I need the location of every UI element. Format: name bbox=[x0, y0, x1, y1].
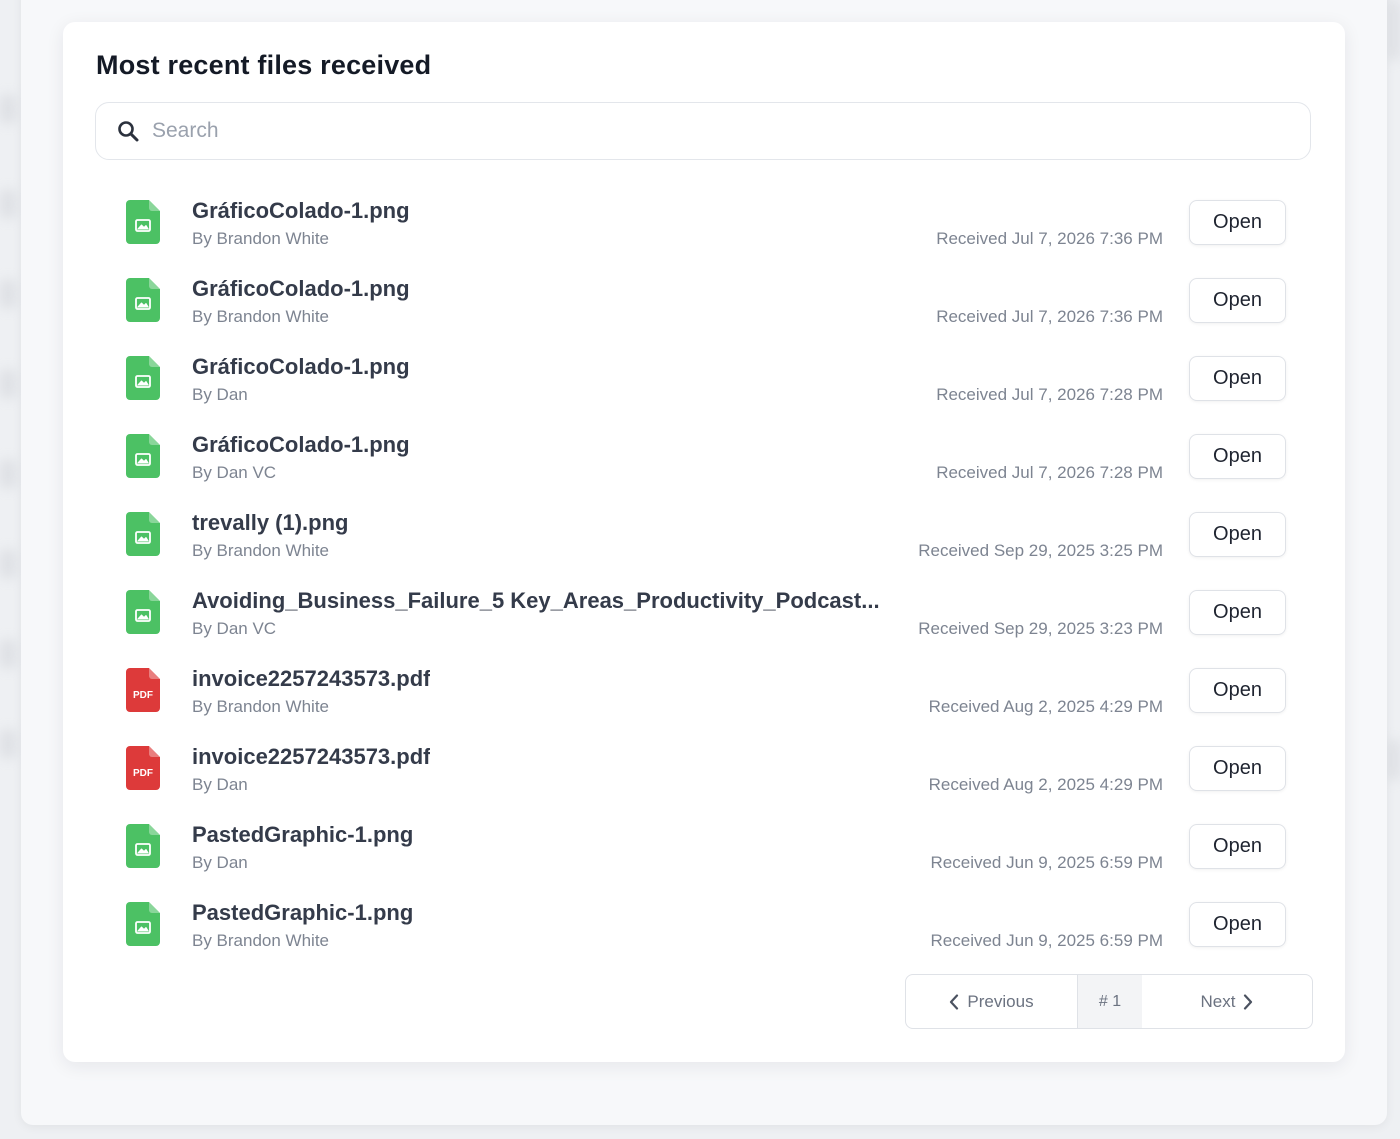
current-page-indicator: # 1 bbox=[1078, 975, 1142, 1028]
file-sender: By Dan VC bbox=[192, 619, 277, 638]
file-row: GráficoColado-1.png By Brandon White Recei… bbox=[63, 188, 1345, 266]
pagination: Previous # 1 Next bbox=[905, 974, 1313, 1029]
image-file-icon bbox=[126, 278, 160, 322]
file-received-date: Received Jun 9, 2025 6:59 PM bbox=[930, 853, 1163, 872]
file-name: PastedGraphic-1.png bbox=[192, 900, 414, 925]
file-row: PDF invoice2257243573.pdf By Brandon White… bbox=[63, 656, 1345, 734]
pdf-label: PDF bbox=[133, 768, 153, 779]
file-name: GráficoColado-1.png bbox=[192, 354, 410, 379]
file-name: trevally (1).png bbox=[192, 510, 349, 535]
file-name: GráficoColado-1.png bbox=[192, 432, 410, 457]
recent-files-card: Most recent files received GráficoColado… bbox=[63, 22, 1345, 1062]
open-button[interactable]: Open bbox=[1189, 668, 1286, 713]
next-label: Next bbox=[1200, 991, 1236, 1011]
file-row: trevally (1).png By Brandon White Received… bbox=[63, 500, 1345, 578]
previous-label: Previous bbox=[967, 991, 1034, 1011]
open-button[interactable]: Open bbox=[1189, 278, 1286, 323]
open-button[interactable]: Open bbox=[1189, 200, 1286, 245]
image-file-icon bbox=[126, 200, 160, 244]
file-received-date: Received Aug 2, 2025 4:29 PM bbox=[928, 775, 1163, 794]
chevron-left-icon bbox=[949, 993, 959, 1010]
file-received-date: Received Aug 2, 2025 4:29 PM bbox=[928, 697, 1163, 716]
file-list: GráficoColado-1.png By Brandon White Recei… bbox=[63, 188, 1345, 968]
file-row: GráficoColado-1.png By Dan VC Received Jul… bbox=[63, 422, 1345, 500]
image-file-icon bbox=[126, 356, 160, 400]
file-received-date: Received Jul 7, 2026 7:36 PM bbox=[936, 307, 1163, 326]
file-row: PDF invoice2257243573.pdf By Dan Received A… bbox=[63, 734, 1345, 812]
file-sender: By Dan bbox=[192, 385, 248, 404]
open-button[interactable]: Open bbox=[1189, 434, 1286, 479]
image-file-icon bbox=[126, 590, 160, 634]
open-button[interactable]: Open bbox=[1189, 590, 1286, 635]
file-received-date: Received Sep 29, 2025 3:25 PM bbox=[918, 541, 1163, 560]
search-icon bbox=[116, 119, 140, 143]
file-sender: By Dan VC bbox=[192, 463, 277, 482]
image-file-icon bbox=[126, 512, 160, 556]
pdf-label: PDF bbox=[133, 690, 153, 701]
file-name: invoice2257243573.pdf bbox=[192, 666, 431, 691]
file-row: PastedGraphic-1.png By Dan Received Jun 9,… bbox=[63, 812, 1345, 890]
file-row: GráficoColado-1.png By Dan Received Jul 7,… bbox=[63, 344, 1345, 422]
file-row: GráficoColado-1.png By Brandon White Recei… bbox=[63, 266, 1345, 344]
file-name: invoice2257243573.pdf bbox=[192, 744, 431, 769]
file-sender: By Brandon White bbox=[192, 307, 330, 326]
file-sender: By Brandon White bbox=[192, 229, 330, 248]
file-name: PastedGraphic-1.png bbox=[192, 822, 414, 847]
open-button[interactable]: Open bbox=[1189, 902, 1286, 947]
file-received-date: Received Jul 7, 2026 7:28 PM bbox=[936, 463, 1163, 482]
image-file-icon bbox=[126, 824, 160, 868]
file-received-date: Received Jul 7, 2026 7:28 PM bbox=[936, 385, 1163, 404]
file-sender: By Brandon White bbox=[192, 697, 330, 716]
card-title: Most recent files received bbox=[96, 50, 432, 80]
file-sender: By Brandon White bbox=[192, 541, 330, 560]
file-received-date: Received Jul 7, 2026 7:36 PM bbox=[936, 229, 1163, 248]
file-name: GráficoColado-1.png bbox=[192, 198, 410, 223]
open-button[interactable]: Open bbox=[1189, 356, 1286, 401]
image-file-icon bbox=[126, 434, 160, 478]
file-name: GráficoColado-1.png bbox=[192, 276, 410, 301]
file-row: PastedGraphic-1.png By Brandon White Recei… bbox=[63, 890, 1345, 968]
file-name: Avoiding_Business_Failure_5 Key_Areas_Pr… bbox=[192, 588, 880, 613]
open-button[interactable]: Open bbox=[1189, 824, 1286, 869]
pdf-file-icon: PDF bbox=[126, 746, 160, 790]
previous-page-button[interactable]: Previous bbox=[906, 975, 1078, 1028]
open-button[interactable]: Open bbox=[1189, 746, 1286, 791]
pdf-file-icon: PDF bbox=[126, 668, 160, 712]
file-received-date: Received Sep 29, 2025 3:23 PM bbox=[918, 619, 1163, 638]
open-button[interactable]: Open bbox=[1189, 512, 1286, 557]
search-bar[interactable] bbox=[95, 102, 1311, 160]
file-row: Avoiding_Business_Failure_5 Key_Areas_Pr… bbox=[63, 578, 1345, 656]
file-received-date: Received Jun 9, 2025 6:59 PM bbox=[930, 931, 1163, 950]
file-sender: By Dan bbox=[192, 853, 248, 872]
next-page-button[interactable]: Next bbox=[1142, 975, 1312, 1028]
search-input[interactable] bbox=[150, 118, 1254, 144]
chevron-right-icon bbox=[1243, 993, 1253, 1010]
file-sender: By Brandon White bbox=[192, 931, 330, 950]
file-sender: By Dan bbox=[192, 775, 248, 794]
image-file-icon bbox=[126, 902, 160, 946]
